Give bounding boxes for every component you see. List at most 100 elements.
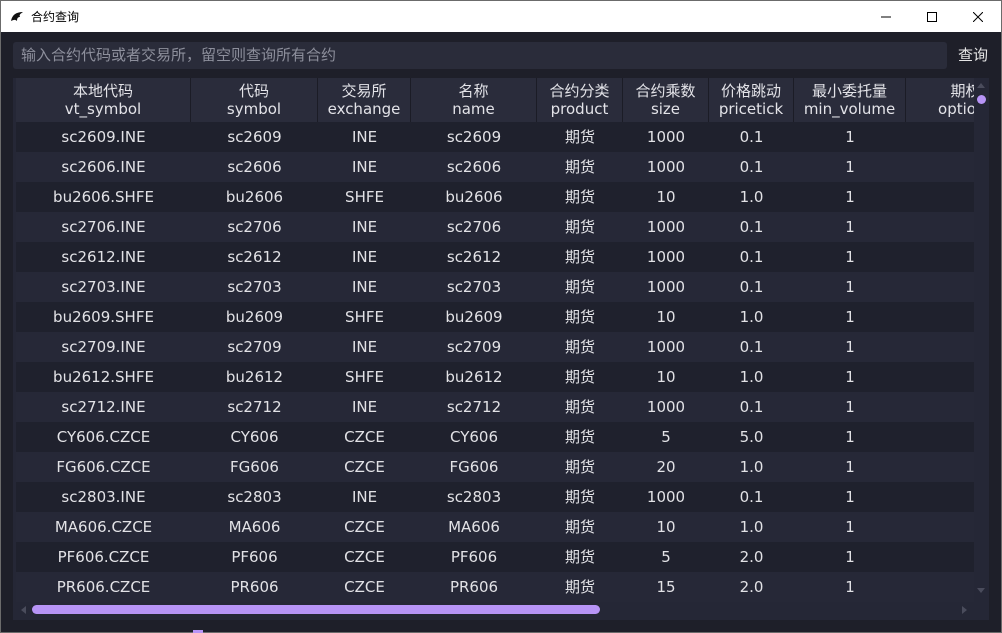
table-cell: SHFE xyxy=(345,368,384,386)
vertical-scrollbar[interactable] xyxy=(974,78,989,608)
column-header[interactable]: 本地代码 vt_symbol xyxy=(16,78,191,122)
table-row[interactable]: PF606.CZCE PF606 CZCE PF606 期货 5 2.0 1 xyxy=(16,542,974,572)
table-row[interactable]: sc2712.INE sc2712 INE sc2712 期货 1000 0.1 1 xyxy=(16,392,974,422)
maximize-icon xyxy=(927,7,937,26)
search-input[interactable]: 输入合约代码或者交易所，留空则查询所有合约 xyxy=(13,42,947,69)
column-header-cn: 最小委托量 xyxy=(811,82,887,100)
window-controls xyxy=(863,1,1001,32)
table-cell: 期货 xyxy=(564,428,595,446)
table-cell: 期货 xyxy=(564,158,595,176)
table-row[interactable]: sc2612.INE sc2612 INE sc2612 期货 1000 0.1 1 xyxy=(16,242,974,272)
column-header[interactable]: 交易所 exchange xyxy=(318,78,411,122)
table-row[interactable]: MA606.CZCE MA606 CZCE MA606 期货 10 1.0 1 xyxy=(16,512,974,542)
column-header-en: pricetick xyxy=(718,100,784,118)
table-cell: 0.1 xyxy=(739,278,764,296)
table-cell: 1 xyxy=(845,488,855,506)
column-header[interactable]: 最小委托量 min_volume xyxy=(794,78,906,122)
table-row[interactable]: sc2803.INE sc2803 INE sc2803 期货 1000 0.1 1 xyxy=(16,482,974,512)
column-header-en: exchange xyxy=(327,100,401,118)
minimize-button[interactable] xyxy=(863,1,909,32)
table-cell: sc2606.INE xyxy=(61,158,146,176)
table-cell: PF606.CZCE xyxy=(57,548,150,566)
table-cell: 1 xyxy=(845,218,855,236)
table-cell: sc2703.INE xyxy=(61,278,146,296)
table-cell: sc2712 xyxy=(446,398,502,416)
table-cell: 5 xyxy=(661,548,671,566)
table-cell: CZCE xyxy=(344,458,385,476)
table-cell: 1 xyxy=(845,128,855,146)
scroll-right-icon[interactable] xyxy=(962,606,967,614)
column-header-cn: 交易所 xyxy=(341,82,387,100)
table-cell: 期货 xyxy=(564,518,595,536)
table-cell: 1 xyxy=(845,248,855,266)
table-row[interactable]: FG606.CZCE FG606 CZCE FG606 期货 20 1.0 1 xyxy=(16,452,974,482)
column-header[interactable]: 合约分类 product xyxy=(537,78,623,122)
table-cell: 1 xyxy=(845,578,855,596)
table-row[interactable]: sc2709.INE sc2709 INE sc2709 期货 1000 0.1 1 xyxy=(16,332,974,362)
table-cell: CZCE xyxy=(344,548,385,566)
table-cell: 1.0 xyxy=(739,188,764,206)
table-cell: bu2609.SHFE xyxy=(53,308,154,326)
table-cell: FG606.CZCE xyxy=(56,458,151,476)
query-button[interactable]: 查询 xyxy=(951,42,995,69)
horizontal-scroll-thumb[interactable] xyxy=(32,605,600,614)
maximize-button[interactable] xyxy=(909,1,955,32)
table-cell: 1000 xyxy=(646,278,686,296)
table-cell: sc2609 xyxy=(227,128,282,146)
table-cell: 1 xyxy=(845,518,855,536)
column-header[interactable]: 合约乘数 size xyxy=(623,78,709,122)
table-cell: 期货 xyxy=(564,188,595,206)
table-cell: 20 xyxy=(656,458,676,476)
table-cell: sc2606 xyxy=(227,158,282,176)
table-cell: 1.0 xyxy=(739,368,764,386)
table-cell: 10 xyxy=(656,518,676,536)
table-row[interactable]: sc2609.INE sc2609 INE sc2609 期货 1000 0.1 1 xyxy=(16,122,974,152)
close-icon xyxy=(972,7,984,26)
table-row[interactable]: sc2606.INE sc2606 INE sc2606 期货 1000 0.1 1 xyxy=(16,152,974,182)
table-cell: PR606 xyxy=(230,578,279,596)
table-cell: CY606 xyxy=(449,428,498,446)
table-cell: bu2609 xyxy=(445,308,503,326)
horizontal-scrollbar[interactable] xyxy=(13,603,974,618)
column-header[interactable]: 名称 name xyxy=(411,78,537,122)
table-cell: 1000 xyxy=(646,248,686,266)
table-row[interactable]: sc2706.INE sc2706 INE sc2706 期货 1000 0.1 1 xyxy=(16,212,974,242)
table-cell: bu2606 xyxy=(445,188,503,206)
table-cell: 1 xyxy=(845,308,855,326)
column-header-en: size xyxy=(650,100,681,118)
table-cell: 1.0 xyxy=(739,308,764,326)
title-bar[interactable]: 合约查询 xyxy=(1,1,1001,32)
column-header[interactable]: 价格跳动 pricetick xyxy=(709,78,794,122)
table-row[interactable]: bu2612.SHFE bu2612 SHFE bu2612 期货 10 1.0 1 xyxy=(16,362,974,392)
table-row[interactable]: bu2606.SHFE bu2606 SHFE bu2606 期货 10 1.0 1 xyxy=(16,182,974,212)
table-cell: FG606 xyxy=(230,458,279,476)
column-header[interactable]: 代码 symbol xyxy=(191,78,318,122)
table-row[interactable]: bu2609.SHFE bu2609 SHFE bu2609 期货 10 1.0 1 xyxy=(16,302,974,332)
table-cell: 期货 xyxy=(564,578,595,596)
table-row[interactable]: PR606.CZCE PR606 CZCE PR606 期货 15 2.0 1 xyxy=(16,572,974,602)
table-cell: PR606 xyxy=(449,578,499,596)
scroll-down-icon[interactable] xyxy=(977,588,985,593)
table-cell: INE xyxy=(351,218,378,236)
column-header-cn: 合约分类 xyxy=(549,82,610,100)
table-cell: 1 xyxy=(845,188,855,206)
table-cell: 1 xyxy=(845,338,855,356)
table-cell: sc2612 xyxy=(227,248,282,266)
table-cell: 期货 xyxy=(564,368,595,386)
table-row[interactable]: sc2703.INE sc2703 INE sc2703 期货 1000 0.1 1 xyxy=(16,272,974,302)
table-cell: 0.1 xyxy=(739,488,764,506)
table-cell: 1000 xyxy=(646,218,686,236)
table-cell: 2.0 xyxy=(739,578,764,596)
column-header-en: product xyxy=(550,100,609,118)
scroll-up-icon[interactable] xyxy=(977,83,985,88)
table-cell: 1 xyxy=(845,428,855,446)
table-row[interactable]: CY606.CZCE CY606 CZCE CY606 期货 5 5.0 1 xyxy=(16,422,974,452)
table-cell: 10 xyxy=(656,368,676,386)
vertical-scroll-thumb[interactable] xyxy=(977,95,986,104)
close-button[interactable] xyxy=(955,1,1001,32)
table-cell: 期货 xyxy=(564,218,595,236)
table-cell: MA606 xyxy=(228,518,281,536)
scroll-left-icon[interactable] xyxy=(21,606,26,614)
column-header-cn: 代码 xyxy=(238,82,269,100)
table-cell: 期货 xyxy=(564,308,595,326)
